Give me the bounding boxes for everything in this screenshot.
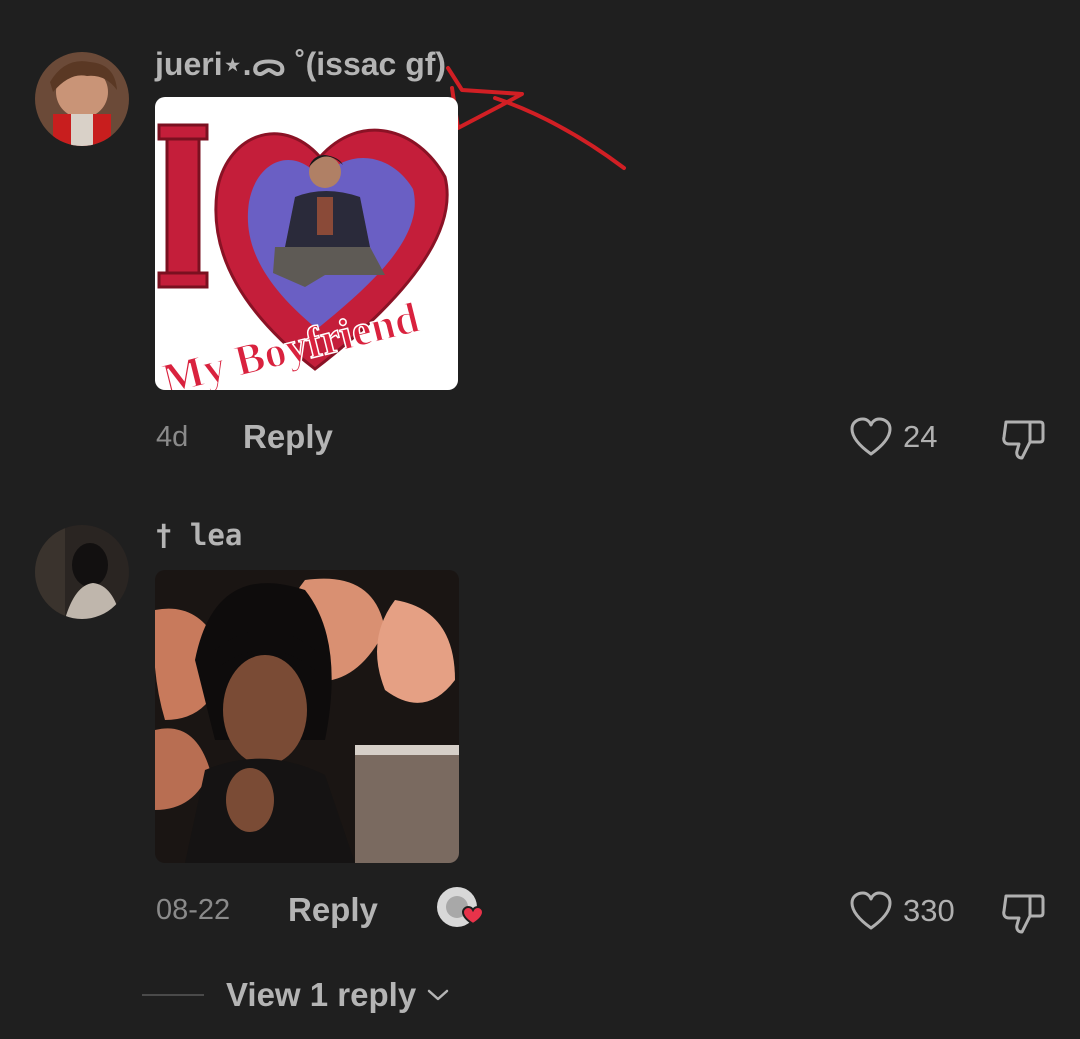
comment-username[interactable]: jueri⋆.ᯅ ˚(issac gf) (155, 42, 446, 85)
comment-username[interactable]: † lea (155, 518, 242, 552)
like-button[interactable]: 24 (849, 416, 937, 458)
heart-outline-icon (850, 417, 892, 456)
heart-outline-icon (850, 891, 892, 930)
like-button[interactable]: 330 (849, 890, 955, 932)
chevron-down-icon (427, 989, 449, 1001)
view-replies-label: View 1 reply (226, 976, 417, 1013)
dislike-button[interactable] (1000, 890, 1046, 941)
red-arrow-annotation (446, 66, 626, 170)
comment-sticker-image[interactable]: My Boyfriend (155, 97, 458, 390)
like-count: 330 (903, 893, 955, 928)
comment-date: 08-22 (156, 894, 231, 926)
dislike-button[interactable] (1000, 416, 1046, 467)
avatar-lea[interactable] (35, 525, 129, 619)
reply-button[interactable]: Reply (243, 418, 333, 456)
comment-date: 4d (156, 421, 189, 453)
like-count: 24 (903, 419, 938, 454)
thumb-down-icon (1002, 420, 1045, 460)
reply-button[interactable]: Reply (288, 891, 378, 929)
view-replies-button[interactable]: View 1 reply (142, 976, 450, 1014)
thumb-down-icon (1002, 894, 1045, 934)
divider-line (142, 994, 204, 996)
comment-gif-image[interactable] (155, 570, 459, 863)
avatar-jueri[interactable] (35, 52, 129, 146)
creator-liked-badge-icon (436, 886, 486, 936)
